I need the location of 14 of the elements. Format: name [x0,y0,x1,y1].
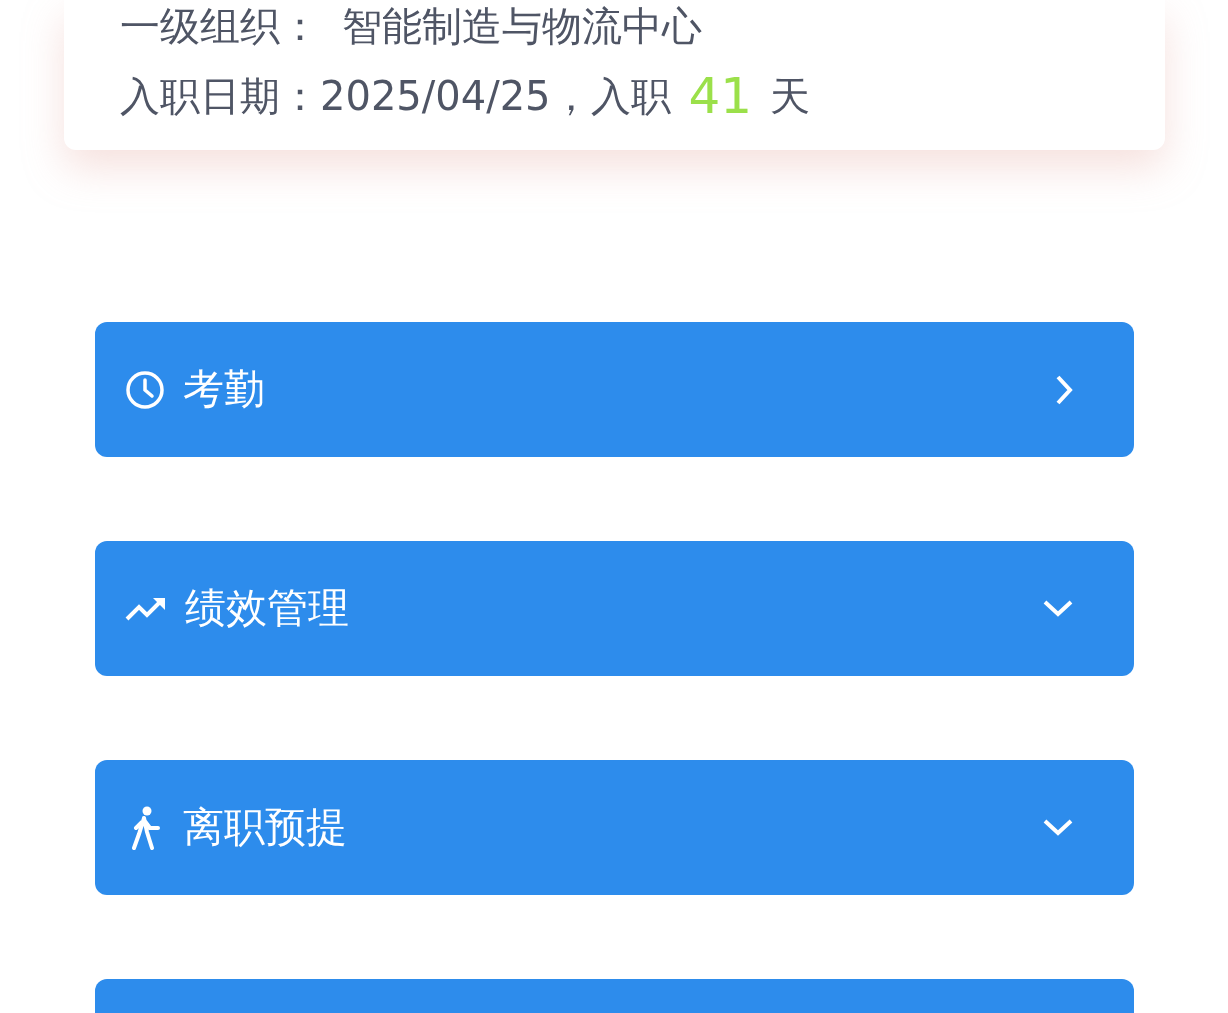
trend-up-icon [125,595,167,622]
chevron-down-icon [1042,817,1074,838]
join-date: 2025/04/25，入职 [320,72,671,121]
menu-item[interactable]: 离职预提 [95,760,1134,895]
menu-item[interactable]: 考勤 [95,322,1134,457]
days-count: 41 [688,65,753,127]
org-label: 一级组织： [120,2,320,51]
chevron-down-icon [1042,598,1074,619]
clock-icon [125,369,165,410]
days-unit: 天 [770,72,811,121]
menu-item[interactable]: 绩效管理 [95,541,1134,676]
date-label: 入职日期： [120,72,320,121]
chevron-right-icon [1054,373,1074,406]
org-value: 智能制造与物流中心 [342,2,702,51]
